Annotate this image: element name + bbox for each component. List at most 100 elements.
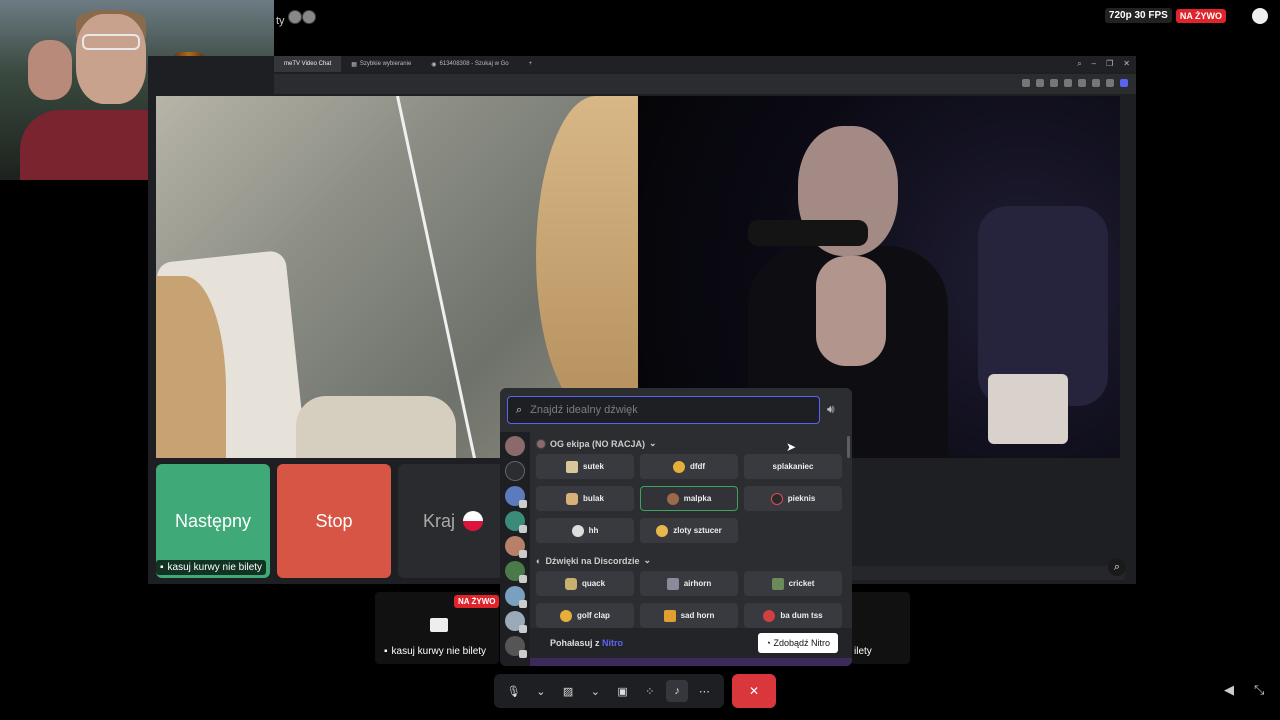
soundboard-scrollbar[interactable] (847, 436, 850, 458)
participant-caption: ilety (854, 646, 872, 657)
mouse-cursor-icon: ➤ (786, 440, 797, 454)
sound-chip-selected[interactable]: malpka (640, 486, 738, 511)
speed-dial-icon: ▦ (351, 61, 357, 68)
volume-icon[interactable]: ◀︎ (1224, 682, 1234, 698)
stop-button[interactable]: Stop (277, 464, 391, 578)
discord-icon: ◐ (536, 555, 542, 566)
section-discord-sounds[interactable]: ◐ Dźwięki na Discordzie ⌄ (536, 555, 651, 566)
exit-fullscreen-icon[interactable]: ⤡ (1254, 682, 1264, 698)
end-call-button[interactable]: ✕ (732, 674, 776, 708)
coin-icon (656, 524, 669, 537)
tab-speed-dial[interactable]: ▦ Szybkie wybieranie (341, 56, 421, 72)
sound-chip[interactable]: splakaniec (744, 454, 842, 479)
bread-icon (566, 492, 579, 505)
camera-off-icon[interactable]: ▨ (557, 680, 579, 702)
tab-ome-tv[interactable]: meTV Video Chat (274, 56, 342, 72)
extension-icon[interactable] (1050, 79, 1058, 87)
horn-icon (663, 609, 676, 622)
zoom-icon[interactable]: ⌕ (1108, 558, 1126, 576)
sound-chip[interactable]: pieknis (744, 486, 842, 511)
chevron-down-icon[interactable]: ⌄ (530, 680, 552, 702)
sound-chip[interactable]: airhorn (640, 571, 738, 596)
chat-icon: ▪ (384, 646, 388, 657)
server-avatar[interactable] (505, 586, 527, 608)
sound-chip[interactable]: ba dum tss (744, 603, 842, 628)
google-icon: ◉ (431, 61, 437, 68)
sound-chip[interactable]: sad horn (640, 603, 738, 628)
bone-icon (566, 460, 579, 473)
stream-title-fragment: ty (276, 10, 316, 27)
call-controls: 🎙︎ ⌄ ▨ ⌄ ▣ ⁘ ♪ ⋯ (494, 674, 724, 708)
server-avatar[interactable] (505, 611, 527, 633)
participant-live-badge: NA ŻYWO (454, 595, 500, 608)
activities-icon[interactable]: ⁘ (639, 680, 661, 702)
restore-icon[interactable]: ❐ (1106, 59, 1113, 69)
get-nitro-button[interactable]: ◔ Zdobądź Nitro (757, 633, 838, 653)
search-icon[interactable]: ⌕ (1077, 59, 1081, 69)
sound-chip[interactable]: bulak (536, 486, 634, 511)
sound-chip[interactable]: dfdf (640, 454, 738, 479)
viewer-avatar (301, 10, 316, 24)
clap-icon (560, 609, 573, 622)
sound-chip[interactable]: cricket (744, 571, 842, 596)
soundboard-popup: ⌕ 🔊︎ OG ekipa (NO RACJA) ⌄ sutek dfdf sp… (500, 388, 852, 666)
volume-icon[interactable]: 🔊︎ (827, 402, 835, 417)
sound-chip[interactable]: quack (536, 571, 634, 596)
participant-caption: ▪ kasuj kurwy nie bilety (384, 646, 487, 657)
server-avatar[interactable] (505, 536, 527, 558)
sound-chip[interactable]: zloty sztucer (640, 518, 738, 543)
resolution-badge: 720p 30 FPS (1104, 8, 1172, 23)
tab-google-search[interactable]: ◉ 613408308 - Szukaj w Go (421, 56, 518, 72)
sound-chip[interactable]: sutek (536, 454, 634, 479)
screen-share-icon[interactable]: ▣ (612, 680, 634, 702)
browser-tabbar: meTV Video Chat ▦ Szybkie wybieranie ◉ 613… (274, 56, 1136, 72)
menu-icon[interactable] (1092, 79, 1100, 87)
heart-icon[interactable] (1064, 79, 1072, 87)
more-icon[interactable]: ⋯ (693, 680, 715, 702)
duck-icon (564, 577, 577, 590)
monkey-icon (666, 492, 679, 505)
sound-chip[interactable]: golf clap (536, 603, 634, 628)
server-avatar[interactable] (505, 486, 527, 508)
chevron-down-icon[interactable]: ⌄ (584, 680, 606, 702)
country-button[interactable]: Kraj (398, 464, 508, 578)
server-rail (500, 432, 530, 666)
chevron-down-icon: ⌄ (649, 438, 657, 448)
live-badge: NA ŻYWO (1175, 8, 1226, 23)
close-icon[interactable]: ✕ (1123, 59, 1130, 69)
extension-icon[interactable] (1078, 79, 1086, 87)
microphone-icon[interactable]: 🎙︎ (503, 680, 525, 702)
poland-flag-icon (463, 511, 483, 531)
stream-caption: ▪ kasuj kurwy nie bilety (156, 560, 267, 575)
emoji-face-icon (672, 460, 685, 473)
soundboard-bottom-strip (530, 658, 852, 666)
server-avatar[interactable] (505, 561, 527, 583)
eighteen-icon (770, 492, 783, 505)
extension-icon[interactable] (1022, 79, 1030, 87)
chat-bubble-icon[interactable] (1252, 8, 1268, 24)
sound-search-input[interactable] (530, 404, 801, 416)
minimize-icon[interactable]: – (1092, 59, 1096, 69)
settings-icon[interactable] (1120, 79, 1128, 87)
speaker-icon (666, 577, 679, 590)
new-tab-button[interactable]: + (519, 56, 543, 72)
server-avatar[interactable] (505, 436, 525, 456)
soundboard-search[interactable]: ⌕ (507, 396, 820, 424)
server-avatar[interactable] (505, 636, 527, 658)
nitro-promo: Pohałasuj z Nitro ◔ Zdobądź Nitro (530, 628, 852, 658)
browser-toolbar (274, 74, 1136, 94)
section-og-ekipa[interactable]: OG ekipa (NO RACJA) ⌄ (536, 438, 657, 449)
chevron-down-icon: ⌄ (643, 555, 652, 565)
extension-icon[interactable] (1036, 79, 1044, 87)
soundboard-icon[interactable]: ♪ (666, 680, 689, 702)
lock-icon[interactable] (1106, 79, 1114, 87)
sound-chip[interactable]: hh (536, 518, 634, 543)
monitor-icon (430, 618, 448, 632)
chat-icon: ▪ (160, 562, 164, 573)
nitro-icon: ◔ (765, 638, 771, 648)
cricket-icon (771, 577, 784, 590)
section-avatar (536, 438, 546, 449)
discord-icon[interactable] (505, 461, 525, 481)
viewer-avatar (287, 10, 302, 24)
server-avatar[interactable] (505, 511, 527, 533)
